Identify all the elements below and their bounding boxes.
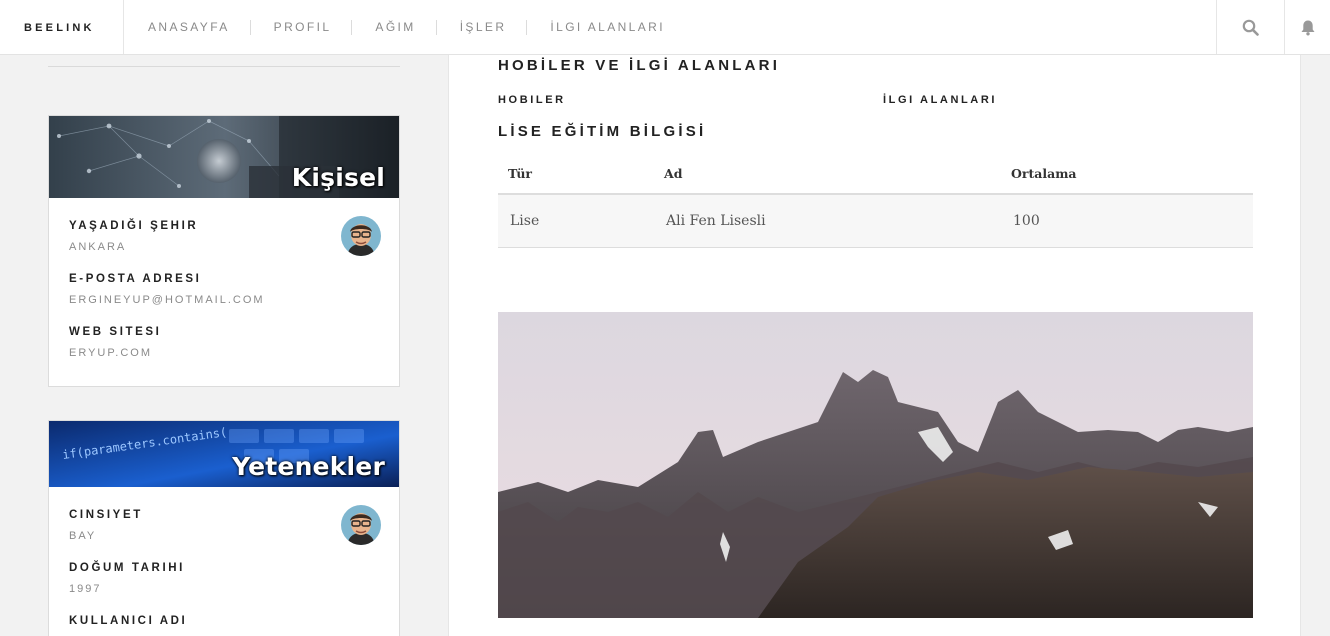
skills-banner-title: Yetenekler — [232, 452, 385, 481]
column-header-average: Ortalama — [1001, 154, 1253, 195]
sidebar-divider — [48, 66, 400, 67]
brand-logo[interactable]: BEELINK — [24, 0, 95, 54]
main-nav: ANASAYFA PROFIL AĞIM İŞLER İLGI ALANLARI — [124, 0, 685, 54]
education-table: Tür Ad Ortalama Lise Ali Fen Lisesli 100 — [498, 154, 1253, 248]
notification-button[interactable] — [1284, 0, 1330, 54]
email-value[interactable]: ERGINEYUP@HOTMAIL.COM — [69, 294, 379, 306]
city-value: ANKARA — [69, 241, 127, 253]
bell-icon — [1301, 20, 1314, 35]
skills-banner: if(parameters.contains( Yetenekler — [49, 421, 399, 487]
table-cell-name: Ali Fen Lisesli — [654, 194, 1001, 248]
website-value[interactable]: ERYUP.COM — [69, 347, 379, 359]
website-label: WEB SITESI — [69, 326, 162, 338]
top-navbar: BEELINK ANASAYFA PROFIL AĞIM İŞLER İLGI … — [0, 0, 1330, 55]
nav-item-network[interactable]: AĞIM — [351, 0, 435, 54]
mountain-image — [498, 312, 1253, 618]
education-section-title: LİSE EĞİTİM BİLGİSİ — [498, 123, 707, 140]
hobbies-label: HOBILER — [498, 94, 566, 106]
table-cell-type: Lise — [498, 194, 654, 248]
avatar[interactable] — [341, 216, 381, 256]
gender-value: BAY — [69, 530, 97, 542]
email-label: E-POSTA ADRESI — [69, 273, 202, 285]
username-label: KULLANICI ADI — [69, 615, 188, 627]
nav-item-jobs[interactable]: İŞLER — [435, 0, 527, 54]
gender-label: CINSIYET — [69, 509, 143, 521]
hobbies-section-title: HOBİLER VE İLGİ ALANLARI — [498, 57, 781, 74]
personal-banner-title: Kişisel — [291, 163, 385, 192]
personal-card-body: YAŞADIĞI ŞEHIR ANKARA E-POSTA ADRESI ERG… — [49, 198, 399, 359]
column-header-type: Tür — [498, 154, 654, 195]
search-icon — [1242, 19, 1259, 36]
nav-item-home[interactable]: ANASAYFA — [124, 0, 250, 54]
personal-banner: Kişisel — [49, 116, 399, 198]
search-button[interactable] — [1216, 0, 1284, 54]
mountain-photo — [498, 312, 1253, 618]
nav-item-profile[interactable]: PROFIL — [249, 0, 352, 54]
main-content: HOBİLER VE İLGİ ALANLARI HOBILER İLGI AL… — [448, 55, 1301, 636]
birth-year-value: 1997 — [69, 583, 102, 595]
table-header-row: Tür Ad Ortalama — [498, 154, 1253, 195]
personal-info-card: Kişisel YAŞADIĞI ŞEHIR ANKARA E-POSTA AD… — [48, 115, 400, 387]
nav-item-interests[interactable]: İLGI ALANLARI — [526, 0, 685, 54]
birth-year-label: DOĞUM TARIHI — [69, 562, 185, 574]
column-header-name: Ad — [654, 154, 1001, 195]
table-row: Lise Ali Fen Lisesli 100 — [498, 194, 1253, 248]
avatar-image — [341, 505, 381, 545]
avatar-image — [341, 216, 381, 256]
table-cell-average: 100 — [1001, 194, 1253, 248]
interests-label: İLGI ALANLARI — [883, 94, 998, 106]
avatar[interactable] — [341, 505, 381, 545]
skills-card-body: CINSIYET BAY DOĞUM TARIHI 1997 KULLANICI… — [49, 487, 399, 627]
city-label: YAŞADIĞI ŞEHIR — [69, 220, 199, 232]
skills-card: if(parameters.contains( Yetenekler CINSI… — [48, 420, 400, 636]
